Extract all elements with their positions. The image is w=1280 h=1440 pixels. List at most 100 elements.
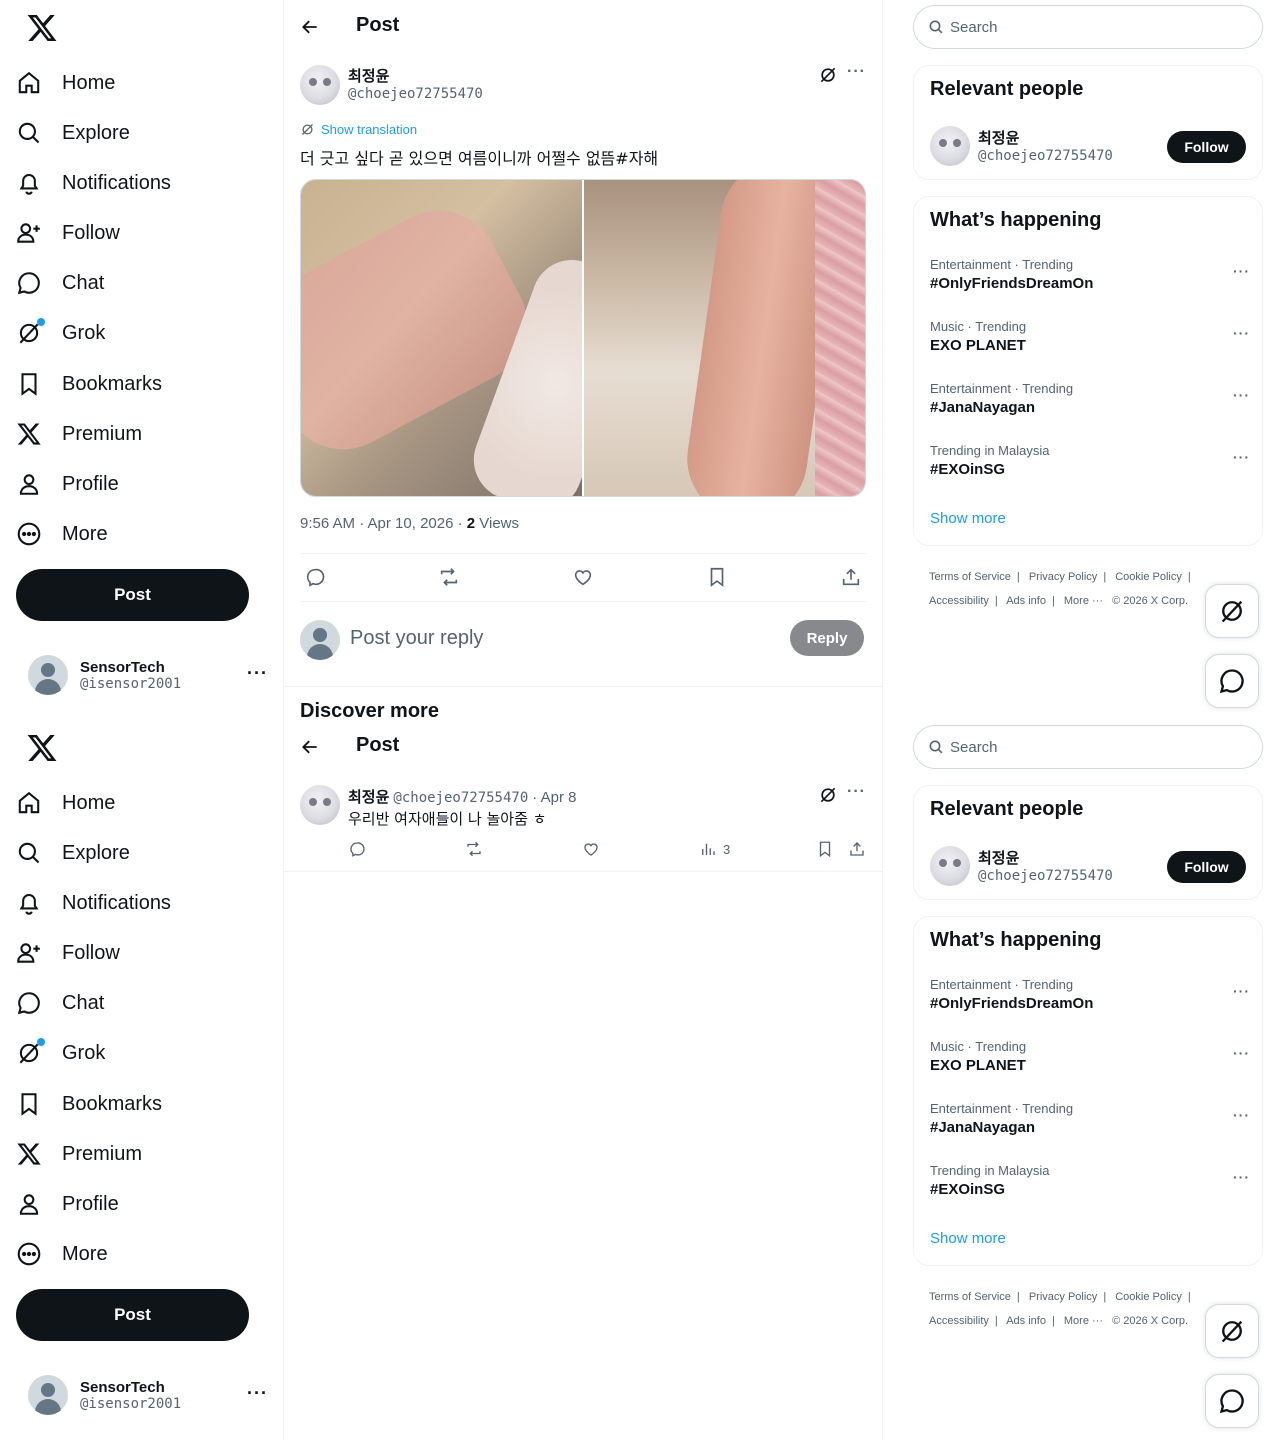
tweet-date[interactable]: · Apr 8 <box>532 789 576 806</box>
bookmark-icon[interactable] <box>706 566 728 588</box>
person-avatar[interactable] <box>930 846 970 886</box>
repost-action[interactable] <box>465 840 483 858</box>
trend-item[interactable]: Music · Trending EXO PLANET ··· <box>930 1039 1250 1089</box>
more-icon[interactable]: ··· <box>247 663 268 684</box>
nav-item-premium[interactable]: Premium <box>16 411 142 457</box>
author-name[interactable]: 최정윤 <box>348 65 389 86</box>
more-link[interactable]: More ··· <box>1064 1315 1103 1327</box>
post-media[interactable] <box>300 179 866 497</box>
person-name[interactable]: 최정윤 <box>978 847 1019 868</box>
more-icon[interactable]: ··· <box>1233 1107 1250 1123</box>
terms-link[interactable]: Terms of Service <box>929 1291 1011 1303</box>
author-handle[interactable]: @choejeo72755470 <box>393 790 528 806</box>
nav-item-grok[interactable]: Grok <box>16 310 105 356</box>
nav-item-grok[interactable]: Grok <box>16 1030 105 1076</box>
nav-item-more[interactable]: More <box>16 511 108 557</box>
views-action[interactable]: 3 <box>699 840 730 858</box>
share-icon[interactable] <box>840 566 862 588</box>
grok-fab[interactable] <box>1205 1304 1259 1358</box>
nav-item-profile[interactable]: Profile <box>16 1181 119 1227</box>
grok-icon[interactable] <box>818 65 838 85</box>
show-translation-link[interactable]: Show translation <box>300 122 417 137</box>
more-icon[interactable]: ··· <box>1233 1169 1250 1185</box>
terms-link[interactable]: Terms of Service <box>929 571 1011 583</box>
author-avatar[interactable] <box>300 785 340 825</box>
nav-item-explore[interactable]: Explore <box>16 110 130 156</box>
trend-item[interactable]: Trending in Malaysia #EXOinSG ··· <box>930 1163 1250 1213</box>
nav-item-chat[interactable]: Chat <box>16 260 104 306</box>
more-icon[interactable]: ··· <box>1233 387 1250 403</box>
post-timestamp[interactable]: 9:56 AM · Apr 10, 2026 · <box>300 515 467 532</box>
more-icon[interactable]: ··· <box>1233 325 1250 341</box>
show-more-link[interactable]: Show more <box>930 510 1006 527</box>
reply-button[interactable]: Reply <box>790 620 864 656</box>
nav-item-chat[interactable]: Chat <box>16 980 104 1026</box>
post-image[interactable] <box>584 180 865 496</box>
trend-item[interactable]: Entertainment · Trending #JanaNayagan ··… <box>930 381 1250 431</box>
person-avatar[interactable] <box>930 126 970 166</box>
more-icon[interactable]: ··· <box>1233 1045 1250 1061</box>
more-icon[interactable]: ··· <box>1233 449 1250 465</box>
author-name[interactable]: 최정윤 <box>348 786 389 807</box>
back-arrow-icon[interactable] <box>300 737 320 757</box>
accessibility-link[interactable]: Accessibility <box>929 1315 989 1327</box>
more-icon[interactable]: ··· <box>1233 263 1250 279</box>
repost-icon[interactable] <box>438 566 460 588</box>
post-button[interactable]: Post <box>16 569 249 621</box>
ads-info-link[interactable]: Ads info <box>1006 1315 1046 1327</box>
show-more-link[interactable]: Show more <box>930 1230 1006 1247</box>
reply-action[interactable] <box>348 840 366 858</box>
author-handle[interactable]: @choejeo72755470 <box>348 86 483 102</box>
chat-fab[interactable] <box>1205 1374 1259 1428</box>
reply-input[interactable]: Post your reply <box>350 627 483 650</box>
more-icon[interactable]: ··· <box>847 783 866 801</box>
nav-item-bookmarks[interactable]: Bookmarks <box>16 1081 162 1127</box>
nav-item-explore[interactable]: Explore <box>16 830 130 876</box>
trend-item[interactable]: Trending in Malaysia #EXOinSG ··· <box>930 443 1250 493</box>
nav-item-profile[interactable]: Profile <box>16 461 119 507</box>
author-avatar[interactable] <box>300 65 340 105</box>
person-name[interactable]: 최정윤 <box>978 127 1019 148</box>
nav-item-follow[interactable]: Follow <box>16 930 120 976</box>
x-logo-icon[interactable] <box>26 12 58 44</box>
like-action[interactable] <box>582 840 600 858</box>
post-button[interactable]: Post <box>16 1289 249 1341</box>
nav-item-more[interactable]: More <box>16 1231 108 1277</box>
cookie-link[interactable]: Cookie Policy <box>1115 571 1182 583</box>
like-icon[interactable] <box>572 566 594 588</box>
accessibility-link[interactable]: Accessibility <box>929 595 989 607</box>
reply-icon[interactable] <box>304 566 326 588</box>
chat-fab[interactable] <box>1205 654 1259 708</box>
ads-info-link[interactable]: Ads info <box>1006 595 1046 607</box>
privacy-link[interactable]: Privacy Policy <box>1029 1291 1097 1303</box>
grok-icon[interactable] <box>818 785 838 805</box>
account-switcher[interactable]: SensorTech @isensor2001 ··· <box>28 651 268 699</box>
search-input[interactable]: Search <box>913 5 1263 49</box>
trend-item[interactable]: Entertainment · Trending #JanaNayagan ··… <box>930 1101 1250 1151</box>
privacy-link[interactable]: Privacy Policy <box>1029 571 1097 583</box>
nav-item-premium[interactable]: Premium <box>16 1131 142 1177</box>
follow-button[interactable]: Follow <box>1167 131 1246 163</box>
nav-item-home[interactable]: Home <box>16 780 115 826</box>
trend-item[interactable]: Music · Trending EXO PLANET ··· <box>930 319 1250 369</box>
nav-item-notifications[interactable]: Notifications <box>16 880 171 926</box>
person-handle[interactable]: @choejeo72755470 <box>978 868 1113 884</box>
back-arrow-icon[interactable] <box>300 17 320 37</box>
nav-item-bookmarks[interactable]: Bookmarks <box>16 361 162 407</box>
more-icon[interactable]: ··· <box>1233 983 1250 999</box>
post-image[interactable] <box>301 180 582 496</box>
share-action[interactable] <box>848 840 866 858</box>
person-handle[interactable]: @choejeo72755470 <box>978 148 1113 164</box>
nav-item-home[interactable]: Home <box>16 60 115 106</box>
search-input[interactable]: Search <box>913 725 1263 769</box>
nav-item-follow[interactable]: Follow <box>16 210 120 256</box>
cookie-link[interactable]: Cookie Policy <box>1115 1291 1182 1303</box>
trend-item[interactable]: Entertainment · Trending #OnlyFriendsDre… <box>930 257 1250 307</box>
grok-fab[interactable] <box>1205 584 1259 638</box>
account-switcher[interactable]: SensorTech @isensor2001 ··· <box>28 1371 268 1419</box>
nav-item-notifications[interactable]: Notifications <box>16 160 171 206</box>
bookmark-action[interactable] <box>816 840 834 858</box>
more-icon[interactable]: ··· <box>847 63 866 81</box>
trend-item[interactable]: Entertainment · Trending #OnlyFriendsDre… <box>930 977 1250 1027</box>
follow-button[interactable]: Follow <box>1167 851 1246 883</box>
